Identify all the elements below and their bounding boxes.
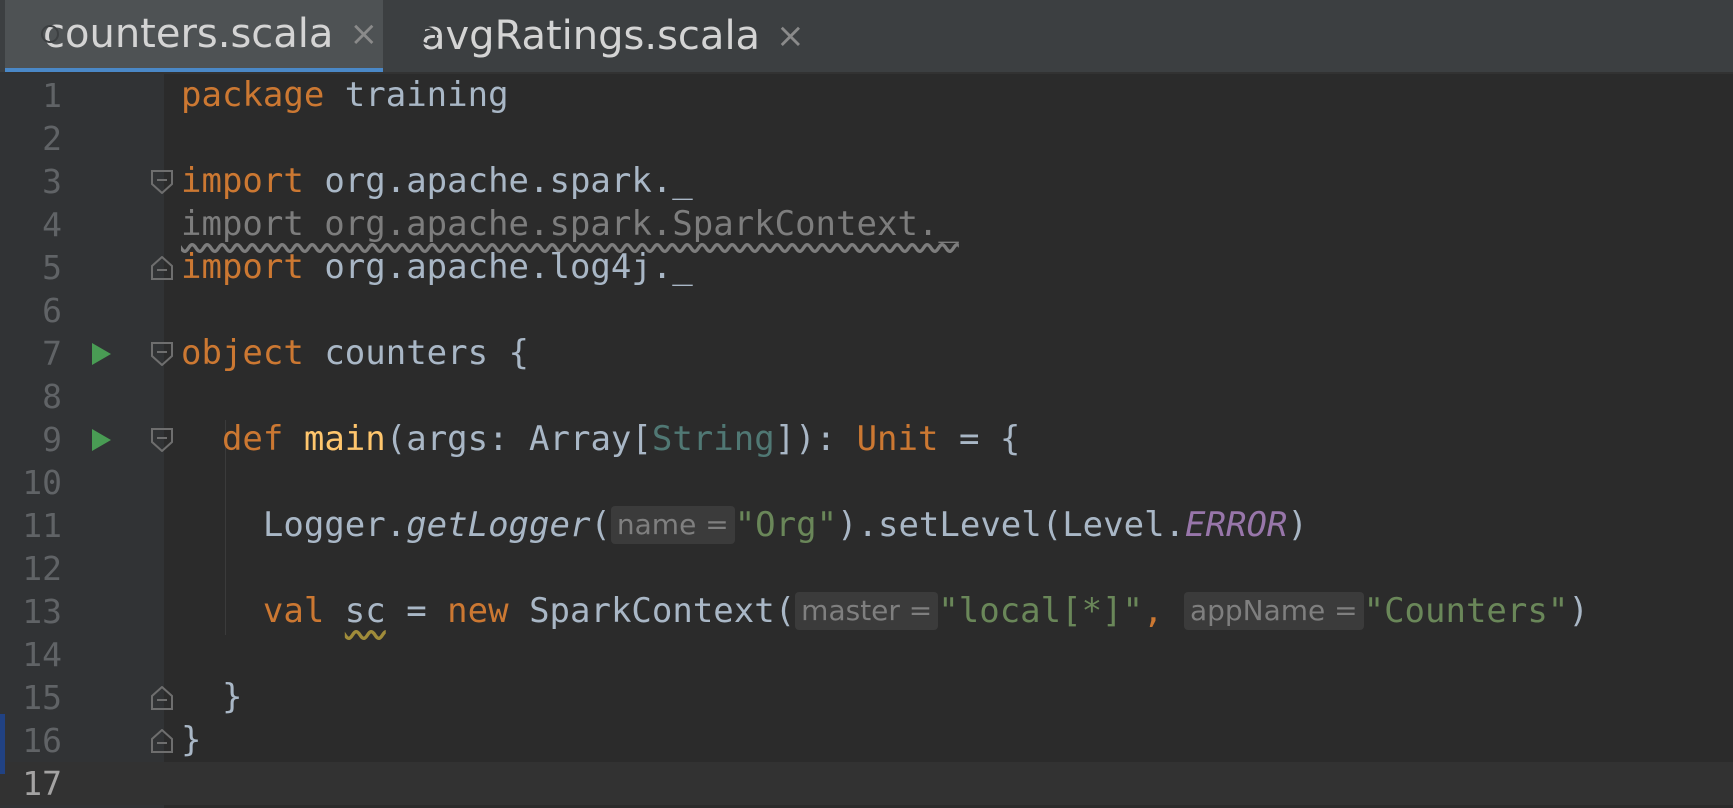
code-line: 15 } xyxy=(0,676,1733,719)
code-line: 7 object counters { xyxy=(0,332,1733,375)
line-number: 7 xyxy=(42,334,62,373)
line-number: 4 xyxy=(42,205,62,244)
code-text[interactable]: Logger.getLogger(name = "Org").setLevel(L… xyxy=(181,504,1308,547)
code-line: 5 import org.apache.log4j._ xyxy=(0,246,1733,289)
tab-label: counters.scala xyxy=(43,11,334,57)
code-editor[interactable]: 1 package training 2 3 import org.apache… xyxy=(0,74,1733,808)
fold-icon[interactable] xyxy=(151,170,173,194)
code-text[interactable]: import org.apache.spark.SparkContext._ xyxy=(181,203,959,246)
tab-label: avgRatings.scala xyxy=(421,13,761,59)
code-line: 13 val sc = new SparkContext(master = "lo… xyxy=(0,590,1733,633)
code-line: 3 import org.apache.spark._ xyxy=(0,160,1733,203)
line-number: 5 xyxy=(42,248,62,287)
close-icon[interactable]: × xyxy=(349,14,378,54)
code-line: 8 xyxy=(0,375,1733,418)
run-icon[interactable] xyxy=(90,428,112,452)
line-number: 11 xyxy=(22,506,62,545)
selection-marker xyxy=(0,714,5,774)
fold-end-icon[interactable] xyxy=(151,256,173,280)
line-number: 8 xyxy=(42,377,62,416)
line-number: 1 xyxy=(42,76,62,115)
line-number: 6 xyxy=(42,291,62,330)
parameter-hint: master = xyxy=(795,592,939,630)
line-number: 16 xyxy=(22,721,62,760)
run-icon[interactable] xyxy=(90,342,112,366)
code-text[interactable]: import org.apache.spark._ xyxy=(181,160,693,203)
line-number: 13 xyxy=(22,592,62,631)
unused-variable: sc xyxy=(344,591,386,631)
fold-icon[interactable] xyxy=(151,342,173,366)
tab-avgratings-scala[interactable]: avgRatings.scala × xyxy=(383,0,805,72)
code-line: 1 package training xyxy=(0,74,1733,117)
code-line: 2 xyxy=(0,117,1733,160)
code-text[interactable]: } xyxy=(181,676,242,719)
code-line: 10 xyxy=(0,461,1733,504)
code-text[interactable]: def main(args: Array[String]): Unit = { xyxy=(181,418,1020,461)
code-text[interactable]: } xyxy=(181,719,201,762)
parameter-hint: appName = xyxy=(1183,592,1364,630)
code-line-current: 17 xyxy=(0,762,1733,805)
tab-counters-scala[interactable]: counters.scala × xyxy=(5,0,383,72)
unused-import: import org.apache.spark.SparkContext._ xyxy=(181,204,959,244)
code-text[interactable]: package training xyxy=(181,74,509,117)
line-number: 17 xyxy=(22,764,62,803)
line-number: 12 xyxy=(22,549,62,588)
fold-icon[interactable] xyxy=(151,428,173,452)
line-number: 2 xyxy=(42,119,62,158)
code-line: 9 def main(args: Array[String]): Unit = … xyxy=(0,418,1733,461)
line-number: 10 xyxy=(22,463,62,502)
code-line: 11 Logger.getLogger(name = "Org").setLeve… xyxy=(0,504,1733,547)
code-line: 14 xyxy=(0,633,1733,676)
code-text[interactable]: val sc = new SparkContext(master = "local… xyxy=(181,590,1589,633)
code-text[interactable]: object counters { xyxy=(181,332,529,375)
code-line: 4 import org.apache.spark.SparkContext._ xyxy=(0,203,1733,246)
line-number: 15 xyxy=(22,678,62,717)
fold-end-icon[interactable] xyxy=(151,686,173,710)
line-number: 14 xyxy=(22,635,62,674)
fold-end-icon[interactable] xyxy=(151,729,173,753)
editor-tab-bar: counters.scala × avgRatings.scala × xyxy=(0,0,1733,72)
code-line: 6 xyxy=(0,289,1733,332)
line-number: 3 xyxy=(42,162,62,201)
close-icon[interactable]: × xyxy=(776,16,805,56)
code-line: 16 } xyxy=(0,719,1733,762)
parameter-hint: name = xyxy=(610,506,735,544)
code-text[interactable]: import org.apache.log4j._ xyxy=(181,246,693,289)
code-line: 12 xyxy=(0,547,1733,590)
line-number: 9 xyxy=(42,420,62,459)
